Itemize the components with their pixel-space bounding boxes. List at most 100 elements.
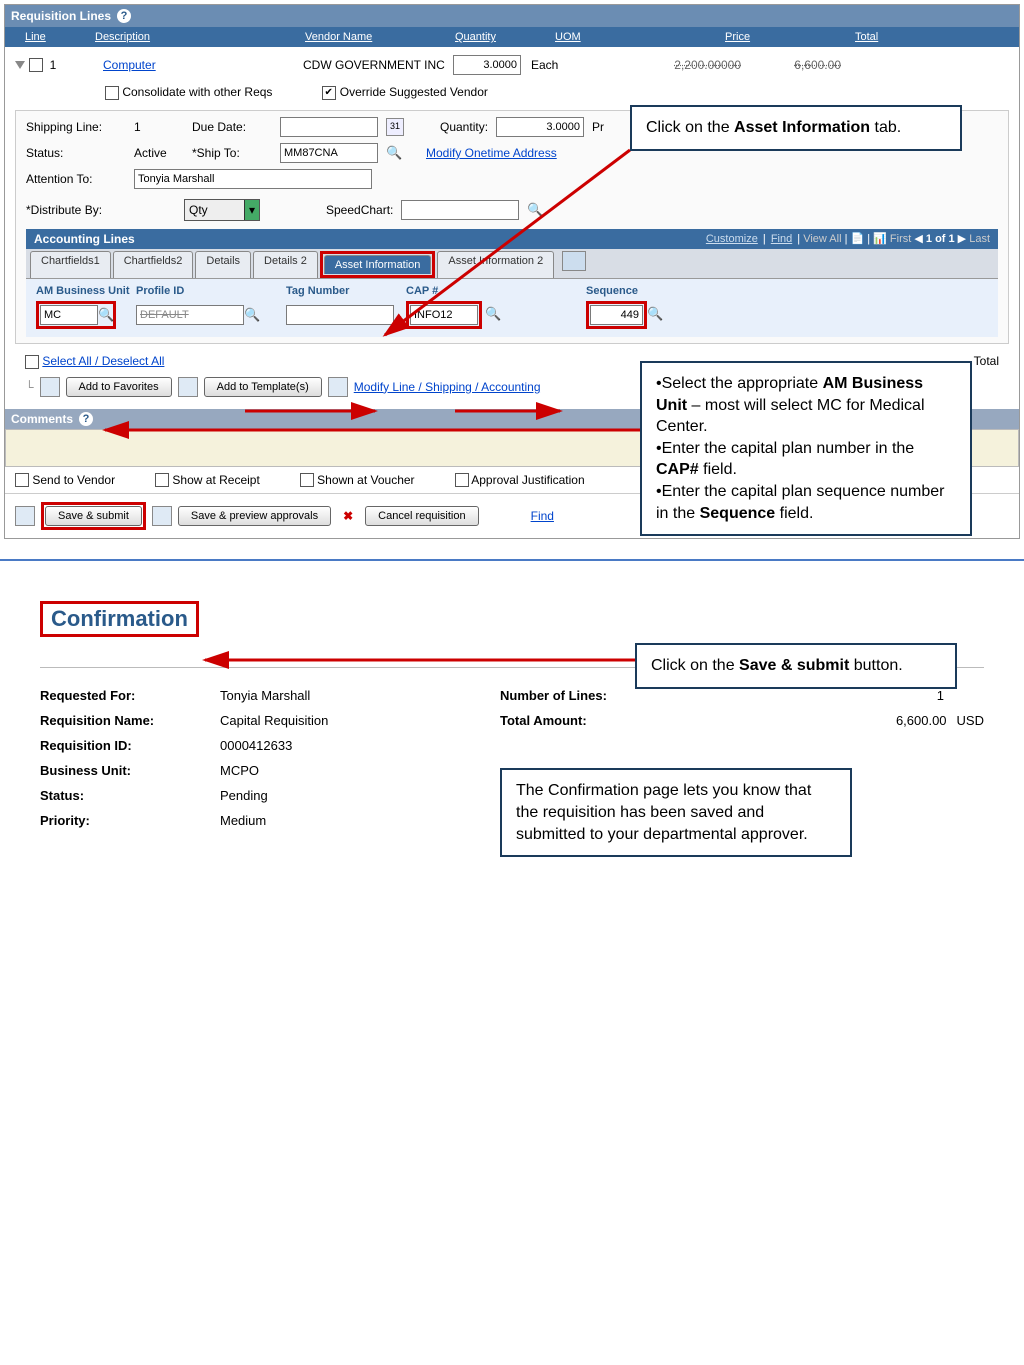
accounting-lines-title: Accounting Lines (34, 232, 135, 246)
col-quantity[interactable]: Quantity (455, 31, 555, 43)
seq-lookup-icon[interactable]: 🔍 (647, 307, 661, 321)
sequence-input[interactable] (590, 305, 643, 325)
columns-header: Line Description Vendor Name Quantity UO… (5, 27, 1019, 47)
profile-lookup-icon[interactable]: 🔍 (244, 308, 258, 322)
add-to-favorites-button[interactable]: Add to Favorites (66, 377, 172, 397)
bu-val: MCPO (220, 763, 259, 778)
cancel-x-icon: ✖ (337, 509, 359, 523)
req-name-label: Requisition Name: (40, 713, 220, 728)
find-more-link[interactable]: Find (531, 509, 554, 523)
am-lookup-icon[interactable]: 🔍 (98, 308, 112, 322)
shipto-input[interactable] (280, 143, 378, 163)
profile-id-input[interactable] (136, 305, 244, 325)
am-bu-input[interactable] (40, 305, 98, 325)
calendar-icon[interactable]: 31 (386, 118, 404, 136)
priority-label: Priority: (40, 813, 220, 828)
save-icon (15, 506, 35, 526)
expand-icon[interactable] (15, 61, 25, 69)
priority-val: Medium (220, 813, 266, 828)
line-number: 1 (43, 58, 63, 72)
confirmation-section: Confirmation Requested For:Tonyia Marsha… (0, 581, 1024, 877)
requested-for-val: Tonyia Marshall (220, 688, 310, 703)
modify-icon (328, 377, 348, 397)
tab-chartfields1[interactable]: Chartfields1 (30, 251, 111, 278)
line-description-link[interactable]: Computer (103, 58, 303, 72)
cap-number-input[interactable] (410, 305, 478, 325)
modify-line-link[interactable]: Modify Line / Shipping / Accounting (354, 380, 541, 394)
speedchart-lookup-icon[interactable]: 🔍 (527, 203, 541, 217)
col-line[interactable]: Line (5, 31, 95, 43)
grid-links: Customize | Find | View All | 📄 | 📊 Firs… (704, 232, 990, 245)
callout-save-submit: Click on the Save & submit button. (635, 643, 957, 689)
line-1-row: 1 Computer CDW GOVERNMENT INC Each 2,200… (15, 55, 1009, 75)
tab-details2[interactable]: Details 2 (253, 251, 318, 278)
total-amount-val: 6,600.00 (670, 713, 957, 728)
modify-onetime-link[interactable]: Modify Onetime Address (426, 146, 557, 160)
distribute-select[interactable]: Qty▾ (184, 199, 260, 221)
req-lines-title: Requisition Lines (11, 9, 111, 23)
line-qty-input[interactable] (453, 55, 521, 75)
attention-input[interactable] (134, 169, 372, 189)
col-tag-number: Tag Number (286, 285, 406, 297)
asset-info-row: AM Business Unit Profile ID Tag Number C… (26, 279, 998, 337)
approval-justification-check[interactable]: Approval Justification (455, 473, 585, 488)
pager-text: 1 of 1 (926, 233, 955, 245)
customize-link[interactable]: Customize (706, 233, 758, 245)
status-label: Status: (26, 146, 126, 160)
comments-title: Comments (11, 412, 73, 426)
select-all-link[interactable]: Select All / Deselect All (25, 354, 164, 369)
due-date-input[interactable] (280, 117, 378, 137)
shipping-line-label: Shipping Line: (26, 120, 126, 134)
find-link[interactable]: Find (771, 233, 792, 245)
conf-status-val: Pending (220, 788, 268, 803)
lookup-icon[interactable]: 🔍 (386, 146, 400, 160)
callout-am-bu: •Select the appropriate AM Business Unit… (640, 361, 972, 536)
save-submit-button[interactable]: Save & submit (45, 506, 142, 526)
distribute-label: *Distribute By: (26, 203, 176, 217)
help-icon[interactable]: ? (117, 9, 131, 23)
line-checkbox[interactable] (29, 58, 43, 72)
tab-asset-information2[interactable]: Asset Information 2 (437, 251, 554, 278)
save-preview-button[interactable]: Save & preview approvals (178, 506, 331, 526)
tab-details[interactable]: Details (195, 251, 251, 278)
tag-number-input[interactable] (286, 305, 394, 325)
tab-chartfields2[interactable]: Chartfields2 (113, 251, 194, 278)
callout-asset-info: Click on the Asset Information tab. (630, 105, 962, 151)
bu-label: Business Unit: (40, 763, 220, 778)
shown-at-voucher-check[interactable]: Shown at Voucher (300, 473, 415, 488)
consolidate-check[interactable]: Consolidate with other Reqs (105, 85, 272, 100)
col-total[interactable]: Total (855, 31, 935, 43)
due-date-label: Due Date: (192, 120, 272, 134)
col-price[interactable]: Price (725, 31, 855, 43)
col-uom[interactable]: UOM (555, 31, 725, 43)
num-lines-val: 1 (670, 688, 984, 703)
speedchart-input[interactable] (401, 200, 519, 220)
pr-label: Pr (592, 120, 604, 134)
currency-val: USD (957, 713, 984, 728)
req-id-val: 0000412633 (220, 738, 292, 753)
comments-help-icon[interactable]: ? (79, 412, 93, 426)
requisition-lines-bar: Requisition Lines ? (5, 5, 1019, 27)
viewall-link: View All (803, 233, 841, 245)
line-total: 6,600.00 (741, 58, 841, 72)
col-vendor[interactable]: Vendor Name (305, 31, 455, 43)
cancel-requisition-button[interactable]: Cancel requisition (365, 506, 478, 526)
confirmation-title: Confirmation (51, 606, 188, 631)
fav-icon (40, 377, 60, 397)
line-vendor: CDW GOVERNMENT INC (303, 58, 453, 72)
accounting-lines-bar: Accounting Lines Customize | Find | View… (26, 229, 998, 249)
add-to-template-button[interactable]: Add to Template(s) (204, 377, 322, 397)
status-val: Active (134, 146, 184, 160)
ship-qty-label: Quantity: (440, 120, 488, 134)
ship-qty-input[interactable] (496, 117, 584, 137)
cap-lookup-icon[interactable]: 🔍 (485, 307, 499, 321)
override-check[interactable]: Override Suggested Vendor (322, 85, 487, 100)
section-divider (0, 559, 1024, 561)
show-at-receipt-check[interactable]: Show at Receipt (155, 473, 260, 488)
show-all-columns-icon[interactable] (562, 251, 586, 271)
requisition-screenshot: Requisition Lines ? Line Description Ven… (4, 4, 1020, 539)
send-to-vendor-check[interactable]: Send to Vendor (15, 473, 115, 488)
col-description[interactable]: Description (95, 31, 305, 43)
tab-asset-information[interactable]: Asset Information (324, 255, 432, 274)
preview-icon (152, 506, 172, 526)
